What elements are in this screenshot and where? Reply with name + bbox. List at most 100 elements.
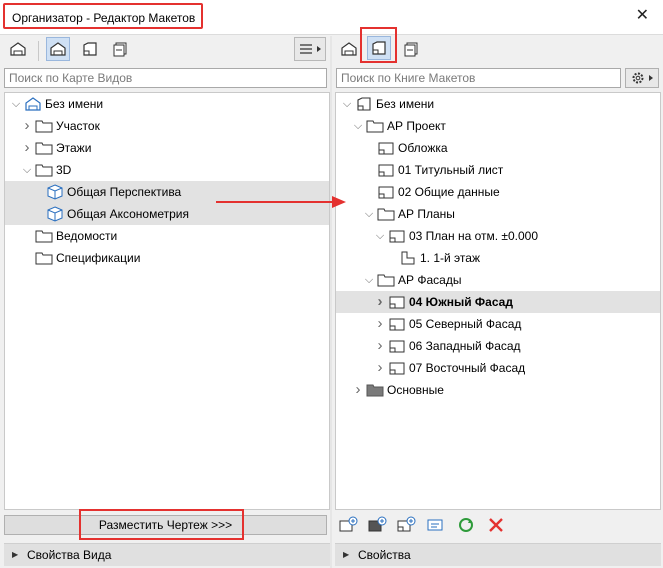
- view-properties-panel[interactable]: ▶ Свойства Вида: [4, 543, 330, 566]
- folder-icon: [35, 140, 53, 156]
- chevron-down-icon[interactable]: ⌵: [375, 225, 385, 247]
- red-arrow-icon: [216, 196, 346, 208]
- tree-row[interactable]: 01 Титульный лист: [336, 159, 660, 181]
- chevron-right-icon[interactable]: ›: [22, 115, 32, 137]
- tree-row-label: Ведомости: [56, 229, 118, 243]
- cube-icon: [46, 206, 64, 222]
- tree-row[interactable]: › 07 Восточный Фасад: [336, 357, 660, 379]
- pane-divider[interactable]: [330, 36, 332, 568]
- tree-row-label: 06 Западный Фасад: [409, 339, 521, 353]
- chevron-right-icon[interactable]: ›: [375, 335, 385, 357]
- chevron-right-icon[interactable]: ›: [22, 137, 32, 159]
- tree-row[interactable]: › 04 Южный Фасад: [336, 291, 660, 313]
- tree-row[interactable]: ⌵ АР Проект: [336, 115, 660, 137]
- chevron-right-icon[interactable]: ›: [375, 291, 385, 313]
- place-button-highlight: [79, 509, 244, 540]
- folder-filled-icon: [366, 382, 384, 398]
- update-icon[interactable]: [455, 514, 477, 536]
- tree-row-label: Основные: [387, 383, 444, 397]
- layout-icon: [377, 184, 395, 200]
- tree-row-label: Общая Аксонометрия: [67, 207, 189, 221]
- chevron-down-icon[interactable]: ⌵: [353, 115, 363, 137]
- folder-icon: [35, 228, 53, 244]
- layout-book-active-icon[interactable]: [367, 36, 391, 60]
- tree-row-label: 03 План на отм. ±0.000: [409, 229, 539, 243]
- cube-icon: [46, 184, 64, 200]
- folder-icon: [35, 118, 53, 134]
- folder-icon: [35, 250, 53, 266]
- tree-row[interactable]: 02 Общие данные: [336, 181, 660, 203]
- tree-row-label: Без имени: [45, 97, 104, 111]
- chevron-down-icon[interactable]: ⌵: [342, 93, 352, 115]
- tree-row[interactable]: ⌵ Без имени: [5, 93, 329, 115]
- chevron-right-icon[interactable]: ›: [375, 313, 385, 335]
- tree-row[interactable]: › 06 Западный Фасад: [336, 335, 660, 357]
- layout-book-search-input[interactable]: [336, 68, 621, 88]
- new-subset-icon[interactable]: [337, 514, 359, 536]
- tree-row[interactable]: Ведомости: [5, 225, 329, 247]
- view-map-active-icon[interactable]: [46, 37, 70, 61]
- chevron-down-icon[interactable]: ⌵: [364, 203, 374, 225]
- tree-row-label: 04 Южный Фасад: [409, 295, 513, 309]
- layout-icon: [388, 360, 406, 376]
- properties-icon[interactable]: [424, 514, 446, 536]
- tree-row[interactable]: ⌵ Без имени: [336, 93, 660, 115]
- properties-panel[interactable]: ▶ Свойства: [335, 543, 661, 566]
- folder-icon: [377, 272, 395, 288]
- project-root-icon: [24, 96, 42, 112]
- layout-book-tree: ⌵ Без имени ⌵ АР Проект Обложка 01 Титульный …: [335, 92, 661, 510]
- delete-icon[interactable]: [485, 514, 507, 536]
- tree-row-label: 01 Титульный лист: [398, 163, 504, 177]
- chevron-right-icon[interactable]: ›: [353, 379, 363, 401]
- menu-icon[interactable]: [294, 37, 326, 61]
- tree-row-label: АР Проект: [387, 119, 446, 133]
- settings-gear-icon[interactable]: [625, 68, 659, 88]
- publisher-sets-icon[interactable]: [399, 37, 423, 61]
- tree-row-label: Без имени: [376, 97, 435, 111]
- new-master-icon[interactable]: [366, 514, 388, 536]
- new-layout-icon[interactable]: [395, 514, 417, 536]
- layout-book-icon[interactable]: [78, 37, 102, 61]
- tree-row[interactable]: › 05 Северный Фасад: [336, 313, 660, 335]
- folder-icon: [377, 206, 395, 222]
- tree-row[interactable]: › Участок: [5, 115, 329, 137]
- window-title: Организатор - Редактор Макетов: [3, 3, 204, 29]
- chevron-down-icon[interactable]: ⌵: [11, 93, 21, 115]
- view-map-search-input[interactable]: [4, 68, 327, 88]
- tree-row[interactable]: 1. 1-й этаж: [336, 247, 660, 269]
- view-properties-label: Свойства Вида: [27, 548, 112, 562]
- tree-row-label: 1. 1-й этаж: [420, 251, 480, 265]
- tree-row-label: Спецификации: [56, 251, 141, 265]
- layout-icon: [388, 294, 406, 310]
- tree-row[interactable]: ⌵ 03 План на отм. ±0.000: [336, 225, 660, 247]
- tree-row-label: Общая Перспектива: [67, 185, 182, 199]
- close-icon[interactable]: ✕: [636, 7, 649, 25]
- view-map-icon[interactable]: [337, 37, 361, 61]
- tree-row-label: 05 Северный Фасад: [409, 317, 522, 331]
- tree-row[interactable]: Обложка: [336, 137, 660, 159]
- properties-label: Свойства: [358, 548, 411, 562]
- tree-row-label: 07 Восточный Фасад: [409, 361, 526, 375]
- tree-row[interactable]: ⌵ 3D: [5, 159, 329, 181]
- tree-row-label: АР Фасады: [398, 273, 462, 287]
- tree-row[interactable]: ⌵ АР Фасады: [336, 269, 660, 291]
- left-toolbar: [0, 35, 330, 63]
- folder-icon: [366, 118, 384, 134]
- tree-row[interactable]: ⌵ АР Планы: [336, 203, 660, 225]
- view-map-icon[interactable]: [6, 37, 30, 61]
- layout-icon: [388, 316, 406, 332]
- tree-row-label: Участок: [56, 119, 100, 133]
- tree-row[interactable]: › Этажи: [5, 137, 329, 159]
- tree-row-label: АР Планы: [398, 207, 455, 221]
- chevron-down-icon[interactable]: ⌵: [364, 269, 374, 291]
- drawing-icon: [399, 250, 417, 266]
- publisher-sets-icon[interactable]: [108, 37, 132, 61]
- chevron-right-icon[interactable]: ›: [375, 357, 385, 379]
- chevron-down-icon[interactable]: ⌵: [22, 159, 32, 181]
- expand-triangle-icon: ▶: [12, 550, 19, 559]
- layout-icon: [388, 228, 406, 244]
- layout-icon: [388, 338, 406, 354]
- book-icon: [355, 96, 373, 112]
- tree-row[interactable]: Спецификации: [5, 247, 329, 269]
- tree-row[interactable]: › Основные: [336, 379, 660, 401]
